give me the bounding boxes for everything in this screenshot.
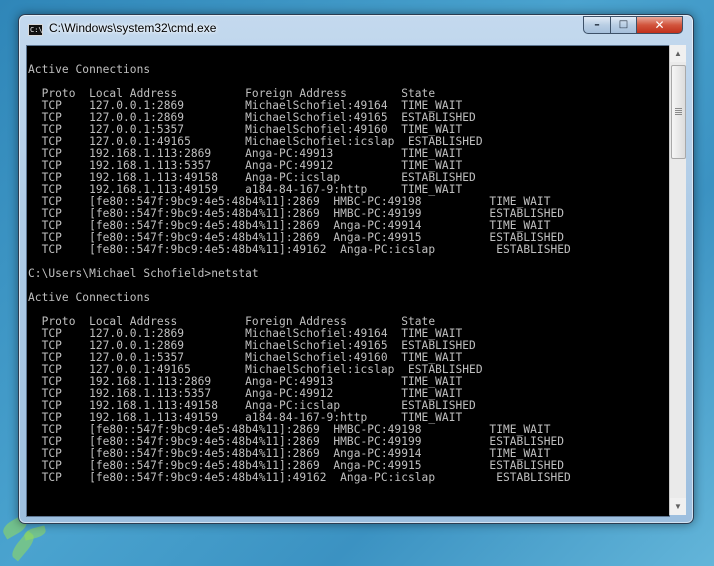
console-line: TCP [fe80::547f:9bc9:4e5:48b4%11]:49162 … xyxy=(28,243,571,256)
vertical-scrollbar[interactable]: ▲ ▼ xyxy=(669,45,686,515)
console-line: TCP [fe80::547f:9bc9:4e5:48b4%11]:49162 … xyxy=(28,471,571,484)
scroll-down-arrow-icon[interactable]: ▼ xyxy=(670,498,686,515)
cmd-app-icon[interactable]: C:\ xyxy=(28,24,43,36)
scrollbar-grip xyxy=(675,112,682,113)
cmd-app-icon-label: C:\ xyxy=(30,26,43,34)
minimize-button[interactable]: – xyxy=(583,16,611,34)
scroll-up-arrow-icon[interactable]: ▲ xyxy=(670,45,686,62)
cmd-window: C:\ C:\Windows\system32\cmd.exe – □ ✕ Ac… xyxy=(18,14,694,524)
console-line: C:\Users\Michael Schofield>netstat xyxy=(28,267,259,280)
maximize-button[interactable]: □ xyxy=(610,16,637,34)
console-output[interactable]: Active Connections Proto Local Address F… xyxy=(26,45,670,517)
scrollbar-thumb[interactable] xyxy=(671,65,686,159)
window-title: C:\Windows\system32\cmd.exe xyxy=(49,21,217,35)
console-line: Active Connections xyxy=(28,63,151,76)
console-line: Active Connections xyxy=(28,291,151,304)
scrollbar-grip xyxy=(675,110,682,111)
console-text: Active Connections Proto Local Address F… xyxy=(27,46,669,484)
scrollbar-grip xyxy=(675,108,682,109)
title-bar[interactable]: C:\ C:\Windows\system32\cmd.exe – □ ✕ xyxy=(19,15,693,45)
close-button[interactable]: ✕ xyxy=(636,16,683,34)
desktop-leaf-decoration xyxy=(23,525,47,541)
scrollbar-grip xyxy=(675,114,682,115)
